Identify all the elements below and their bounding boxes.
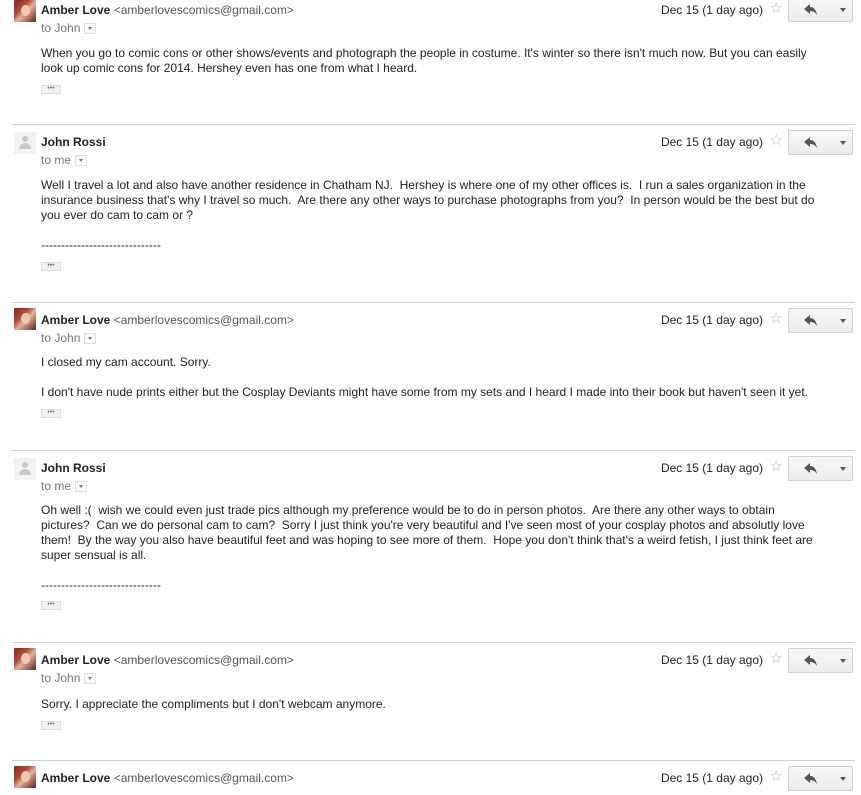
sender: Amber Love <amberlovescomics@gmail.com> bbox=[41, 653, 294, 667]
show-trimmed-content-button[interactable]: ••• bbox=[41, 601, 61, 610]
show-trimmed-content-button[interactable]: ••• bbox=[41, 721, 61, 730]
reply-button[interactable] bbox=[788, 130, 834, 155]
reply-button[interactable] bbox=[788, 0, 834, 22]
sender-name: Amber Love bbox=[41, 653, 111, 667]
reply-controls bbox=[788, 130, 853, 155]
message-body: Sorry. I appreciate the compliments but … bbox=[41, 697, 386, 711]
reply-icon bbox=[804, 773, 817, 784]
show-details-dropdown[interactable] bbox=[75, 155, 88, 167]
star-icon[interactable]: ☆ bbox=[770, 1, 783, 16]
recipient-line: to John bbox=[41, 21, 97, 35]
reply-icon bbox=[804, 655, 817, 666]
recipient-line: to John bbox=[41, 671, 97, 685]
sender: John Rossi bbox=[41, 135, 106, 149]
recipient-line: to me bbox=[41, 153, 88, 167]
reply-icon bbox=[804, 315, 817, 326]
sender-email: <amberlovescomics@gmail.com> bbox=[113, 771, 294, 785]
message-date: Dec 15 (1 day ago) bbox=[660, 3, 763, 17]
sender-name: Amber Love bbox=[41, 313, 111, 327]
reply-icon bbox=[804, 137, 817, 148]
more-options-button[interactable] bbox=[833, 648, 853, 673]
divider bbox=[12, 124, 855, 125]
star-icon[interactable]: ☆ bbox=[770, 651, 783, 666]
message-date: Dec 15 (1 day ago) bbox=[660, 461, 763, 475]
divider bbox=[12, 642, 855, 643]
show-trimmed-content-button[interactable]: ••• bbox=[41, 262, 61, 271]
message-date: Dec 15 (1 day ago) bbox=[660, 313, 763, 327]
show-details-dropdown[interactable] bbox=[84, 673, 97, 685]
more-options-button[interactable] bbox=[833, 456, 853, 481]
star-icon[interactable]: ☆ bbox=[770, 769, 783, 784]
amber-avatar bbox=[14, 308, 36, 330]
more-options-button[interactable] bbox=[833, 766, 853, 791]
sender-email: <amberlovescomics@gmail.com> bbox=[113, 313, 294, 327]
reply-button[interactable] bbox=[788, 648, 834, 673]
reply-controls bbox=[788, 766, 853, 791]
sender-name: Amber Love bbox=[41, 771, 111, 785]
recipient-line: to me bbox=[41, 479, 88, 493]
amber-avatar bbox=[14, 648, 36, 670]
sender-email: <amberlovescomics@gmail.com> bbox=[113, 653, 294, 667]
more-options-button[interactable] bbox=[833, 0, 853, 22]
more-options-button[interactable] bbox=[833, 130, 853, 155]
message-4: John Rossi to me Dec 15 (1 day ago) ☆ Oh… bbox=[12, 450, 855, 640]
recipient-label: to John bbox=[41, 21, 81, 35]
sender: John Rossi bbox=[41, 461, 106, 475]
amber-avatar bbox=[14, 0, 36, 22]
message-6: Amber Love <amberlovescomics@gmail.com> … bbox=[12, 760, 855, 795]
sender: Amber Love <amberlovescomics@gmail.com> bbox=[41, 313, 294, 327]
star-icon[interactable]: ☆ bbox=[770, 133, 783, 148]
message-5: Amber Love <amberlovescomics@gmail.com> … bbox=[12, 642, 855, 757]
message-date: Dec 15 (1 day ago) bbox=[660, 135, 763, 149]
message-date: Dec 15 (1 day ago) bbox=[660, 653, 763, 667]
recipient-line: to John bbox=[41, 331, 97, 345]
more-options-button[interactable] bbox=[833, 308, 853, 333]
star-icon[interactable]: ☆ bbox=[770, 311, 783, 326]
show-details-dropdown[interactable] bbox=[84, 333, 97, 345]
star-icon[interactable]: ☆ bbox=[770, 459, 783, 474]
sender-email: <amberlovescomics@gmail.com> bbox=[113, 3, 294, 17]
recipient-label: to me bbox=[41, 153, 72, 167]
recipient-label: to John bbox=[41, 331, 81, 345]
message-3: Amber Love <amberlovescomics@gmail.com> … bbox=[12, 302, 855, 447]
divider bbox=[12, 450, 855, 451]
message-body: Oh well :( wish we could even just trade… bbox=[41, 503, 813, 592]
sender: Amber Love <amberlovescomics@gmail.com> bbox=[41, 771, 294, 785]
reply-button[interactable] bbox=[788, 308, 834, 333]
show-details-dropdown[interactable] bbox=[84, 23, 97, 35]
show-details-dropdown[interactable] bbox=[75, 481, 88, 493]
john-avatar bbox=[14, 458, 36, 480]
show-trimmed-content-button[interactable]: ••• bbox=[41, 85, 61, 94]
john-avatar bbox=[14, 132, 36, 154]
divider bbox=[12, 302, 855, 303]
show-trimmed-content-button[interactable]: ••• bbox=[41, 409, 61, 418]
message-date: Dec 15 (1 day ago) bbox=[660, 771, 763, 785]
reply-icon bbox=[804, 463, 817, 474]
message-body: When you go to comic cons or other shows… bbox=[41, 46, 807, 75]
message-body: I closed my cam account. Sorry. I don't … bbox=[41, 355, 809, 399]
reply-controls bbox=[788, 456, 853, 481]
amber-avatar bbox=[14, 766, 36, 788]
recipient-label: to John bbox=[41, 671, 81, 685]
sender-name: John Rossi bbox=[41, 461, 106, 475]
reply-button[interactable] bbox=[788, 456, 834, 481]
reply-controls bbox=[788, 0, 853, 22]
reply-icon bbox=[804, 4, 817, 15]
message-body: Well I travel a lot and also have anothe… bbox=[41, 178, 815, 252]
reply-controls bbox=[788, 308, 853, 333]
reply-controls bbox=[788, 648, 853, 673]
message-2: John Rossi to me Dec 15 (1 day ago) ☆ We… bbox=[12, 124, 855, 299]
sender-name: Amber Love bbox=[41, 3, 111, 17]
recipient-label: to me bbox=[41, 479, 72, 493]
message-1: Amber Love <amberlovescomics@gmail.com> … bbox=[12, 0, 855, 119]
reply-button[interactable] bbox=[788, 766, 834, 791]
sender-name: John Rossi bbox=[41, 135, 106, 149]
sender: Amber Love <amberlovescomics@gmail.com> bbox=[41, 3, 294, 17]
divider bbox=[12, 760, 855, 761]
